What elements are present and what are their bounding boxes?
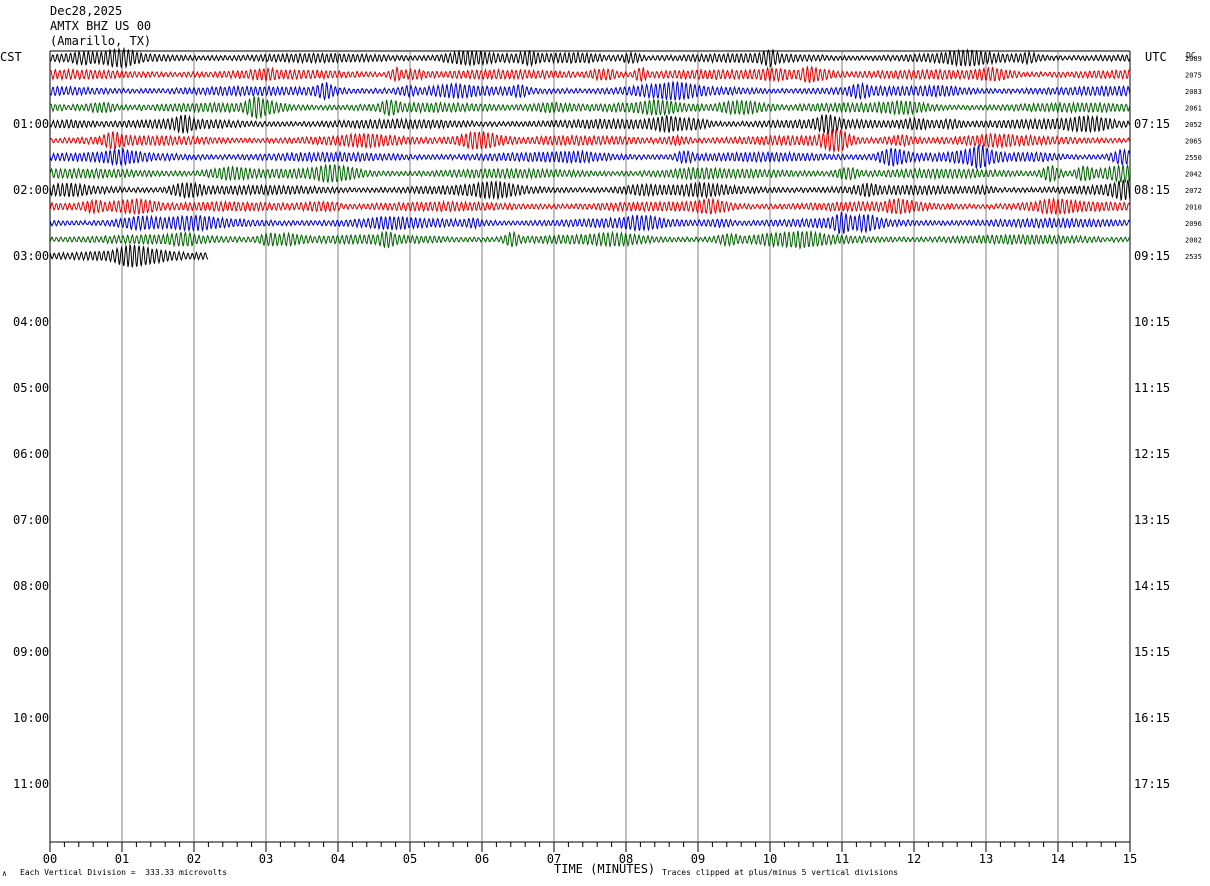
x-tick-label: 06 [475,852,489,866]
trace-line [49,196,1131,216]
dc-value-label: 2096 [1185,220,1202,228]
trace-line [49,128,1131,154]
x-tick-label: 10 [763,852,777,866]
x-tick-label: 01 [115,852,129,866]
clipping-note: Traces clipped at plus/minus 5 vertical … [662,868,899,877]
trace-line [49,179,1131,202]
dc-value-label: 2042 [1185,171,1202,179]
cst-hour-label: 03:00 [13,249,49,263]
trace-line [49,46,1131,69]
dc-value-label: 2002 [1185,237,1202,245]
utc-hour-label: 16:15 [1134,711,1170,725]
x-tick-label: 12 [907,852,921,866]
cst-hour-label: 04:00 [13,315,49,329]
utc-hour-label: 15:15 [1134,645,1170,659]
cst-hour-label: 05:00 [13,381,49,395]
dc-value-label: 2550 [1185,154,1202,162]
dc-value-label: 2061 [1185,105,1202,113]
cst-hour-label: 06:00 [13,447,49,461]
dc-value-label: 2052 [1185,121,1202,129]
trace-line [49,163,1131,184]
cst-hour-label: 02:00 [13,183,49,197]
trace-line [49,144,1131,170]
dc-value-label: 2065 [1185,138,1202,146]
x-tick-label: 04 [331,852,345,866]
trace-line [49,65,1131,84]
trace-line [49,211,1131,235]
corner-mark-icon: ∧ [2,869,7,878]
trace-line [49,113,1131,135]
x-tick-label: 02 [187,852,201,866]
cst-hour-label: 11:00 [13,777,49,791]
utc-hour-label: 10:15 [1134,315,1170,329]
trace-line [49,80,1131,101]
utc-hour-label: 14:15 [1134,579,1170,593]
utc-hour-label: 17:15 [1134,777,1170,791]
dc-value-label: 2075 [1185,72,1202,80]
dc-value-label: 2535 [1185,253,1202,261]
trace-line [49,94,1131,120]
vertical-division-note: Each Vertical Division = 333.33 microvol… [20,868,228,877]
trace-line [49,229,1131,251]
trace-line [49,243,209,268]
axis-labels: 00 01 02 03 04 05 06 07 08 09 10 11 12 13 14 1501:0002:… [13,55,1202,866]
x-tick-label: 05 [403,852,417,866]
cst-hour-label: 10:00 [13,711,49,725]
x-tick-label: 13 [979,852,993,866]
utc-hour-label: 08:15 [1134,183,1170,197]
cst-hour-label: 07:00 [13,513,49,527]
x-tick-label: 15 [1123,852,1137,866]
dc-value-label: 2010 [1185,204,1202,212]
x-tick-label: 00 [43,852,57,866]
x-tick-label: 03 [259,852,273,866]
helicorder-plot: 00 01 02 03 04 05 06 07 08 09 10 11 12 13 14 1501:0002:… [13,46,1202,866]
utc-hour-label: 13:15 [1134,513,1170,527]
x-tick-label: 11 [835,852,849,866]
dc-value-label: 2072 [1185,187,1202,195]
utc-hour-label: 09:15 [1134,249,1170,263]
x-axis-title: TIME (MINUTES) [554,862,656,876]
utc-hour-label: 07:15 [1134,117,1170,131]
cst-hour-label: 09:00 [13,645,49,659]
cst-hour-label: 01:00 [13,117,49,131]
x-tick-label: 09 [691,852,705,866]
dc-value-label: 2089 [1185,55,1202,63]
cst-hour-label: 08:00 [13,579,49,593]
dc-value-label: 2083 [1185,88,1202,96]
x-tick-label: 14 [1051,852,1065,866]
seismic-traces [49,46,1131,268]
utc-hour-label: 11:15 [1134,381,1170,395]
utc-hour-label: 12:15 [1134,447,1170,461]
